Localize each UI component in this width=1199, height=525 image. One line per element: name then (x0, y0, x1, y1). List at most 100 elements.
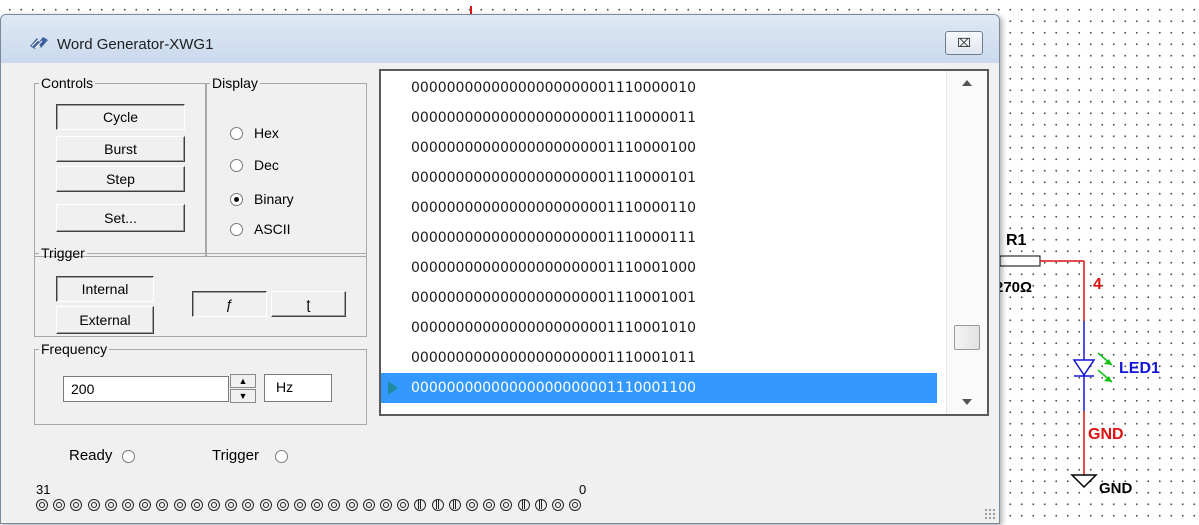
word-value: 00000000000000000000001110001010 (411, 320, 697, 336)
bit-indicator (397, 499, 410, 511)
bit-indicator (466, 499, 478, 511)
scroll-down-button[interactable] (947, 388, 987, 414)
word-row[interactable]: 00000000000000000000001110001000 (381, 253, 937, 283)
net-label: 4 (1093, 276, 1102, 293)
window-title: Word Generator-XWG1 (57, 36, 214, 53)
title-bar[interactable]: Word Generator-XWG1 ⌧ (1, 15, 999, 63)
bit-indicator (208, 499, 220, 511)
controls-legend: Controls (41, 75, 94, 91)
display-legend: Display (212, 75, 258, 91)
word-row[interactable]: 00000000000000000000001110000010 (381, 73, 937, 103)
external-trigger-button[interactable]: External (56, 306, 154, 334)
frequency-input[interactable] (63, 376, 229, 402)
set-button[interactable]: Set... (56, 204, 185, 232)
spin-up-button[interactable]: ▲ (230, 374, 256, 388)
falling-edge-button[interactable]: ʈ (271, 291, 346, 317)
word-value: 00000000000000000000001110001001 (411, 290, 697, 306)
display-binary-option[interactable]: Binary (230, 191, 294, 207)
word-row[interactable]: 00000000000000000000001110000011 (381, 103, 937, 133)
led-symbol (1072, 352, 1113, 383)
bit-indicator (311, 499, 324, 511)
display-ascii-option[interactable]: ASCII (230, 221, 291, 237)
bit-indicator (70, 499, 83, 511)
word-value: 00000000000000000000001110000110 (411, 200, 697, 216)
spin-down-button[interactable]: ▼ (230, 389, 256, 403)
schematic-wire-top (470, 6, 472, 14)
word-row[interactable]: 00000000000000000000001110001010 (381, 313, 937, 343)
bit-indicator (225, 499, 238, 511)
bit-indicator (483, 499, 496, 511)
hex-label: Hex (254, 125, 279, 141)
scroll-up-button[interactable] (947, 71, 987, 97)
bit-indicator (380, 499, 392, 511)
burst-button[interactable]: Burst (56, 136, 185, 162)
ready-indicator (122, 450, 135, 463)
bit-indicator (294, 499, 306, 511)
frequency-spinner[interactable]: ▲ ▼ (230, 374, 256, 404)
gnd-net-label: GND (1088, 426, 1124, 443)
bit-indicator (448, 499, 461, 511)
word-row[interactable]: 00000000000000000000001110000100 (381, 133, 937, 163)
word-row[interactable]: 00000000000000000000001110001011 (381, 343, 937, 373)
ground-symbol (1070, 474, 1098, 489)
gnd-symbol-label: GND (1099, 480, 1133, 497)
internal-trigger-button[interactable]: Internal (56, 276, 154, 302)
radio-binary[interactable] (230, 192, 243, 206)
word-value: 00000000000000000000001110000101 (411, 170, 697, 186)
word-value: 00000000000000000000001110000010 (411, 80, 697, 96)
display-dec-option[interactable]: Dec (230, 157, 279, 173)
bit-indicator (345, 499, 358, 511)
schematic: R1 270Ω 4 LED1 GND GND (995, 225, 1199, 525)
bit-indicator (242, 499, 255, 511)
word-value: 00000000000000000000001110001000 (411, 260, 697, 276)
dec-label: Dec (254, 157, 279, 173)
current-word-pointer-icon (388, 381, 398, 395)
bit-indicator (414, 499, 427, 511)
resistor-value: 270Ω (995, 279, 1033, 296)
word-value: 00000000000000000000001110001011 (411, 350, 697, 366)
bit-indicator (569, 499, 582, 511)
bit-indicator (104, 499, 117, 511)
bit-indicator (534, 499, 547, 511)
word-generator-icon (30, 37, 48, 49)
word-list[interactable]: 00000000000000000000001110000010 00000000… (379, 69, 989, 416)
bit-indicator (190, 499, 203, 511)
radio-hex[interactable] (230, 126, 243, 140)
rising-edge-button[interactable]: ƒ (192, 291, 267, 317)
bit-indicator (276, 499, 289, 511)
cycle-button[interactable]: Cycle (56, 104, 185, 130)
word-list-scrollbar[interactable] (946, 71, 987, 414)
ascii-label: ASCII (254, 221, 291, 237)
bit-indicator (36, 499, 48, 511)
bit-indicator (517, 499, 530, 511)
bit-indicator (328, 499, 341, 511)
frequency-unit-select[interactable]: Hz (264, 374, 332, 402)
radio-dec[interactable] (230, 158, 243, 172)
bit-indicator (500, 499, 513, 511)
bit-indicator (87, 499, 100, 511)
resize-grip[interactable] (984, 508, 996, 520)
bit-indicator (53, 499, 66, 511)
scroll-thumb[interactable] (954, 325, 980, 350)
word-row[interactable]: 00000000000000000000001110001100 (381, 373, 937, 403)
trigger-legend: Trigger (41, 245, 85, 261)
bit-indicator (259, 499, 272, 511)
binary-label: Binary (254, 191, 294, 207)
word-value: 00000000000000000000001110000111 (411, 230, 697, 246)
step-button[interactable]: Step (56, 166, 185, 192)
window-client: Controls Cycle Burst Step Set... Display… (11, 63, 989, 515)
word-value: 00000000000000000000001110001100 (411, 380, 697, 396)
word-row[interactable]: 00000000000000000000001110000101 (381, 163, 937, 193)
trigger-indicator (275, 450, 288, 463)
bit-indicator (431, 499, 444, 511)
trigger-status-label: Trigger (212, 447, 259, 464)
bit-indicator (173, 499, 186, 511)
close-button[interactable]: ⌧ (945, 31, 983, 55)
word-row[interactable]: 00000000000000000000001110000110 (381, 193, 937, 223)
word-row[interactable]: 00000000000000000000001110000111 (381, 223, 937, 253)
radio-ascii[interactable] (230, 222, 243, 236)
bit-indicators (36, 498, 596, 514)
frequency-legend: Frequency (41, 341, 108, 357)
display-hex-option[interactable]: Hex (230, 125, 279, 141)
word-row[interactable]: 00000000000000000000001110001001 (381, 283, 937, 313)
